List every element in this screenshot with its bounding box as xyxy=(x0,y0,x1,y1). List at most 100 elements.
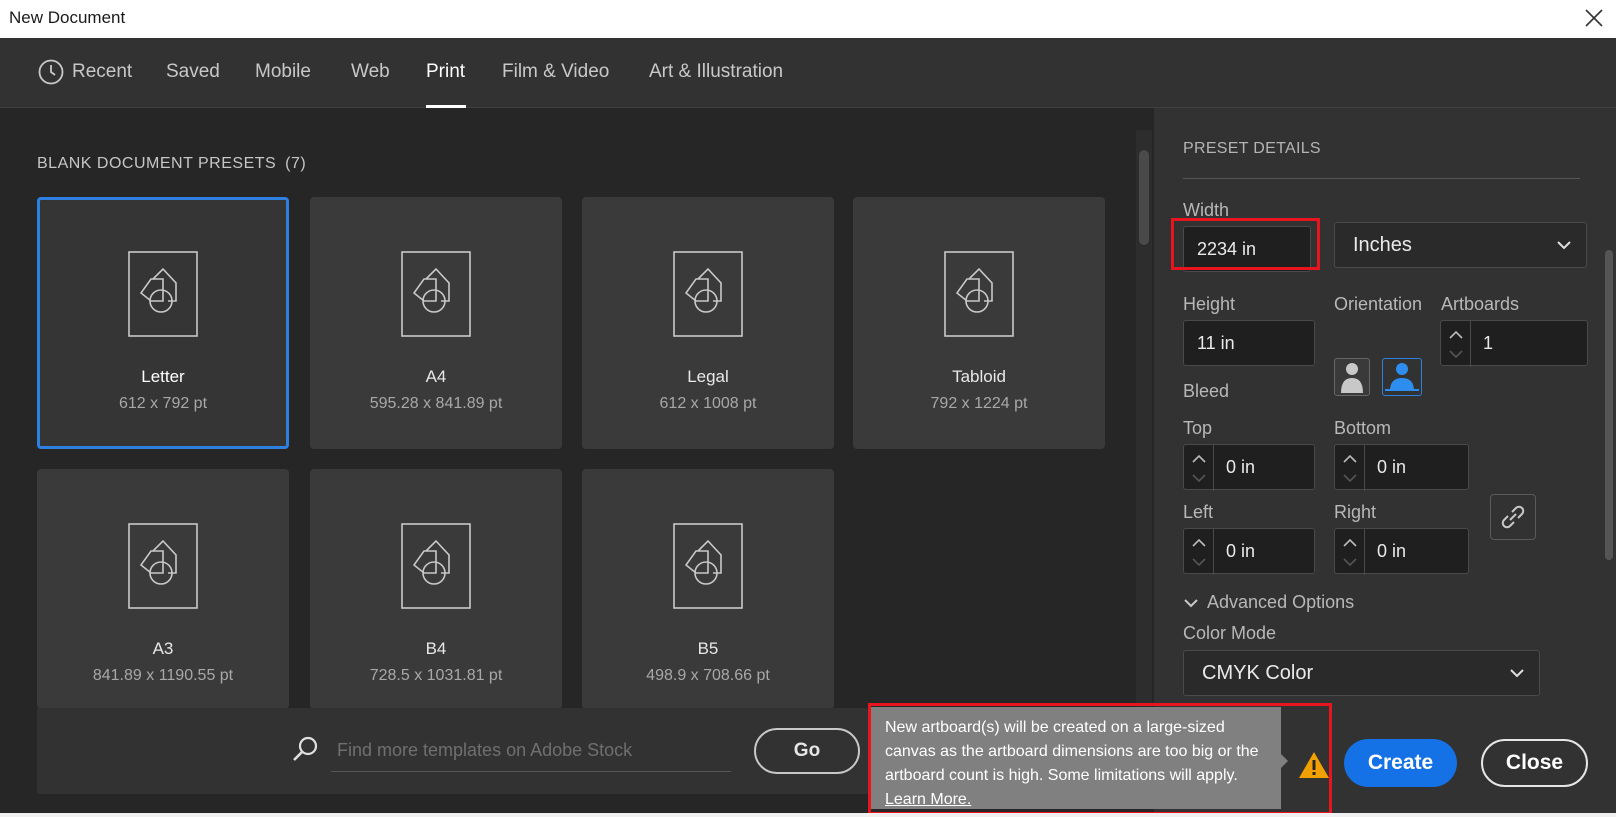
height-label: Height xyxy=(1183,294,1236,314)
bleed-left-field[interactable] xyxy=(1215,529,1311,573)
artboards-stepper[interactable] xyxy=(1440,320,1588,367)
chevron-up-icon[interactable] xyxy=(1447,328,1465,342)
chevron-up-icon[interactable] xyxy=(1341,452,1359,466)
chevron-down-icon[interactable] xyxy=(1341,471,1359,485)
bleed-label: Bleed xyxy=(1183,381,1230,401)
tab-film-video[interactable]: Film & Video xyxy=(502,61,609,83)
preset-name: Legal xyxy=(687,367,729,386)
preset-size: 792 x 1224 pt xyxy=(930,395,1028,412)
stepper-buttons xyxy=(1335,445,1365,491)
preset-name: Tabloid xyxy=(952,367,1006,386)
landscape-button[interactable] xyxy=(1382,358,1422,396)
chevron-up-icon[interactable] xyxy=(1190,452,1208,466)
units-dropdown[interactable]: Inches xyxy=(1334,222,1587,268)
presets-title: BLANK DOCUMENT PRESETS xyxy=(37,155,277,172)
tab-web[interactable]: Web xyxy=(351,61,390,83)
go-button[interactable]: Go xyxy=(754,728,860,774)
landscape-icon xyxy=(1385,363,1419,391)
tab-recent[interactable]: Recent xyxy=(72,61,132,83)
preset-card-b5[interactable]: B5 498.9 x 708.66 pt xyxy=(582,469,834,709)
search-icon xyxy=(293,736,318,761)
bleed-bottom-stepper[interactable] xyxy=(1334,444,1469,491)
link-bleed-button[interactable] xyxy=(1490,494,1536,540)
bleed-top-stepper[interactable] xyxy=(1183,444,1315,491)
category-tabs: Recent Saved Mobile Web Print Film & Vid… xyxy=(0,38,1616,108)
bleed-right-stepper[interactable] xyxy=(1334,528,1469,575)
width-highlight xyxy=(1171,218,1320,270)
preset-size: 728.5 x 1031.81 pt xyxy=(369,667,503,684)
preset-card-letter[interactable]: Letter 612 x 792 pt xyxy=(37,197,289,449)
chevron-down-icon xyxy=(1557,241,1571,250)
bottom-edge xyxy=(0,813,1616,817)
window-title: New Document xyxy=(9,8,126,27)
preset-size: 612 x 792 pt xyxy=(118,395,208,412)
preset-card-tabloid[interactable]: Tabloid 792 x 1224 pt xyxy=(853,197,1105,449)
warning-highlight xyxy=(868,703,1332,815)
details-scrollbar[interactable] xyxy=(1602,210,1616,800)
bleed-top-field[interactable] xyxy=(1215,445,1311,489)
chevron-up-icon[interactable] xyxy=(1341,536,1359,550)
tab-mobile[interactable]: Mobile xyxy=(255,61,311,83)
chevron-down-icon[interactable] xyxy=(1190,555,1208,569)
advanced-options-label: Advanced Options xyxy=(1207,592,1355,612)
preset-name: A3 xyxy=(152,639,174,658)
chevron-down-icon xyxy=(1184,599,1198,608)
color-mode-dropdown[interactable]: CMYK Color xyxy=(1183,650,1540,696)
scrollbar-thumb[interactable] xyxy=(1605,250,1613,560)
artboards-label: Artboards xyxy=(1441,294,1520,314)
preset-card-b4[interactable]: B4 728.5 x 1031.81 pt xyxy=(310,469,562,709)
tab-print[interactable]: Print xyxy=(426,61,465,83)
portrait-button[interactable] xyxy=(1334,358,1370,396)
preset-size: 595.28 x 841.89 pt xyxy=(369,395,503,412)
title-bar: New Document xyxy=(0,0,1616,38)
orientation-label: Orientation xyxy=(1334,294,1423,314)
presets-heading: BLANK DOCUMENT PRESETS (7) xyxy=(37,155,306,173)
units-value: Inches xyxy=(1353,233,1412,256)
scrollbar-thumb[interactable] xyxy=(1139,150,1149,245)
bleed-top-label: Top xyxy=(1183,418,1213,438)
clock-icon xyxy=(38,59,64,85)
color-mode-label: Color Mode xyxy=(1183,623,1277,643)
preset-card-a3[interactable]: A3 841.89 x 1190.55 pt xyxy=(37,469,289,709)
preset-size: 612 x 1008 pt xyxy=(659,395,757,412)
chevron-down-icon[interactable] xyxy=(1190,471,1208,485)
bleed-right-field[interactable] xyxy=(1366,529,1465,573)
preset-size: 498.9 x 708.66 pt xyxy=(646,667,770,684)
preset-card-legal[interactable]: Legal 612 x 1008 pt xyxy=(582,197,834,449)
link-icon xyxy=(1501,505,1525,529)
stock-search-bar: Go xyxy=(37,708,868,794)
presets-scrollbar[interactable] xyxy=(1136,130,1152,745)
preset-name: B5 xyxy=(697,639,719,658)
stepper-buttons xyxy=(1441,321,1471,367)
preset-name: A4 xyxy=(425,367,447,386)
chevron-down-icon[interactable] xyxy=(1341,555,1359,569)
stepper-buttons xyxy=(1335,529,1365,575)
portrait-icon xyxy=(1341,363,1363,393)
advanced-options-toggle[interactable]: Advanced Options xyxy=(1183,592,1354,613)
tab-saved[interactable]: Saved xyxy=(166,61,220,83)
chevron-up-icon[interactable] xyxy=(1190,536,1208,550)
new-document-dialog: Recent Saved Mobile Web Print Film & Vid… xyxy=(0,38,1616,817)
preset-name: B4 xyxy=(425,639,447,658)
preset-size: 841.89 x 1190.55 pt xyxy=(92,667,234,684)
stepper-buttons xyxy=(1184,445,1214,491)
create-button[interactable]: Create xyxy=(1344,739,1457,787)
preset-card-a4[interactable]: A4 595.28 x 841.89 pt xyxy=(310,197,562,449)
chevron-down-icon[interactable] xyxy=(1447,347,1465,361)
stock-search-input[interactable] xyxy=(331,730,731,772)
preset-details-title: PRESET DETAILS xyxy=(1183,140,1321,157)
close-icon[interactable] xyxy=(1580,4,1608,32)
document-icon xyxy=(401,523,471,609)
bleed-left-stepper[interactable] xyxy=(1183,528,1315,575)
bleed-right-label: Right xyxy=(1334,502,1377,522)
artboards-field[interactable] xyxy=(1472,321,1584,365)
close-button[interactable]: Close xyxy=(1481,739,1588,787)
document-icon xyxy=(944,251,1014,337)
active-tab-indicator xyxy=(426,105,466,108)
document-icon xyxy=(128,523,198,609)
divider xyxy=(1183,178,1580,179)
tab-art-illustration[interactable]: Art & Illustration xyxy=(649,61,783,83)
document-icon xyxy=(673,251,743,337)
bleed-bottom-field[interactable] xyxy=(1366,445,1465,489)
height-field[interactable] xyxy=(1183,320,1315,366)
